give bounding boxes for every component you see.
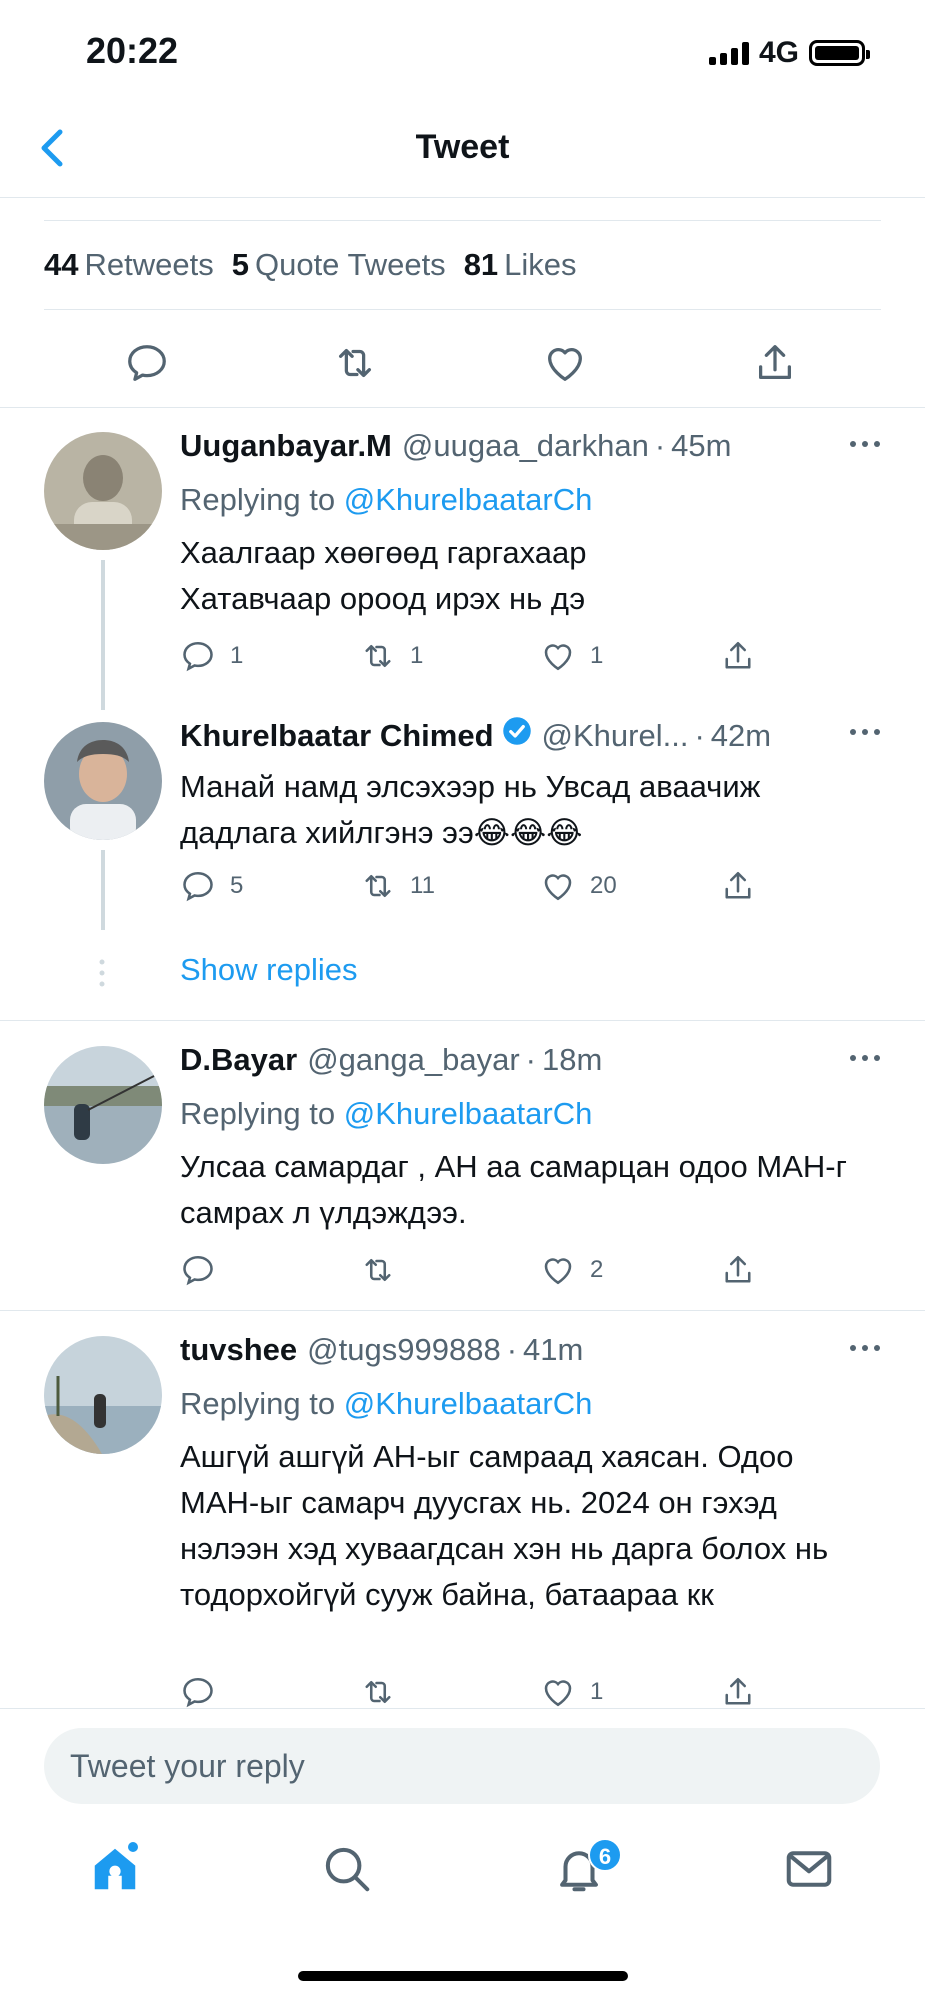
timestamp: 18m [541,1042,603,1077]
tweet-stats: 44 Retweets 5 Quote Tweets 81 Likes [44,220,881,310]
battery-icon [809,40,870,66]
tweet-text: Ашгүй ашгүй АН-ыг самраад хаясан. Одоо М… [180,1439,829,1612]
like-icon [544,644,572,671]
retweet-button[interactable] [360,1252,410,1288]
share-button[interactable] [720,868,756,904]
mention-link[interactable]: @KhurelbaatarCh [344,1386,593,1421]
tweet-text: Манай намд элсэхээр нь Увсад аваачиж дад… [180,769,761,850]
avatar[interactable] [44,722,162,840]
divider [0,1020,925,1021]
reply-button[interactable] [180,1252,230,1288]
show-replies-link[interactable]: Show replies [180,952,357,988]
nav-header: Tweet [0,100,925,198]
tweet-action-bar [0,320,925,408]
reply-tweet[interactable]: Khurelbaatar Chimed @Khurel... · 42m Манай … [0,716,925,916]
quote-tweets-stat[interactable]: 5 Quote Tweets [232,247,446,283]
author-name[interactable]: tuvshee [180,1332,297,1368]
timestamp: 45m [671,428,732,463]
author-name[interactable]: D.Bayar [180,1042,297,1078]
author-handle[interactable]: @uugaa_darkhan [402,428,649,464]
page-title: Tweet [415,128,510,166]
reply-tweet[interactable]: tuvshee @tugs999888 · 41m Replying to @Khur… [0,1332,925,1708]
mention-link[interactable]: @KhurelbaatarCh [344,1096,593,1131]
like-icon[interactable] [542,340,588,386]
avatar[interactable] [44,432,162,550]
avatar[interactable] [44,1046,162,1164]
tweet-text: Улсаа самардаг , АН аа самарцан одоо МАН… [180,1149,847,1230]
reply-placeholder: Tweet your reply [70,1748,305,1784]
reply-icon [183,1255,213,1286]
replying-to: Replying to @KhurelbaatarCh [180,1096,593,1131]
bottom-tab-bar [0,1820,925,1940]
retweet-button[interactable]: 11 [360,868,435,904]
notifications-badge: 6 [588,1838,622,1872]
verified-badge-icon [502,717,531,745]
like-icon [544,1680,572,1707]
more-options-icon[interactable] [845,1048,885,1068]
share-button[interactable] [720,1674,756,1708]
search-icon[interactable] [320,1842,374,1896]
like-button[interactable]: 1 [540,638,603,674]
home-indicator [298,1971,628,1981]
unread-dot [128,1842,138,1852]
divider [0,1310,925,1311]
share-icon [725,1255,751,1283]
like-button[interactable]: 20 [540,868,617,904]
author-handle[interactable]: @ganga_bayar [307,1042,519,1078]
tweet-text: Хаалгаар хөөгөөд гаргахаар Хатавчаар оро… [180,535,587,616]
reply-button[interactable]: 1 [180,638,243,674]
mention-link[interactable]: @KhurelbaatarCh [344,482,593,517]
reply-tweet[interactable]: D.Bayar @ganga_bayar · 18m Replying to @Khu… [0,1042,925,1286]
reply-icon [183,871,213,902]
share-icon [725,641,751,669]
reply-button[interactable]: 5 [180,868,243,904]
more-options-icon[interactable] [845,434,885,454]
retweet-icon[interactable] [332,340,378,386]
status-bar: 20:22 4G [0,0,925,100]
like-icon [544,1258,572,1285]
reply-icon [183,641,213,672]
retweet-icon [365,1258,391,1282]
retweet-button[interactable] [360,1674,410,1708]
divider [0,1708,925,1709]
retweet-icon [365,1680,391,1704]
replying-to: Replying to @KhurelbaatarCh [180,1386,593,1421]
author-handle[interactable]: @Khurel... [542,718,689,754]
retweet-icon [365,644,391,668]
author-name[interactable]: Uuganbayar.M [180,428,392,464]
share-icon [725,1677,751,1705]
status-indicators: 4G [708,36,870,70]
like-icon [544,874,572,901]
likes-stat[interactable]: 81 Likes [464,247,577,283]
more-options-icon[interactable] [845,1338,885,1358]
messages-envelope-icon[interactable] [782,1842,836,1896]
network-label: 4G [758,36,799,69]
status-time: 20:22 [86,30,179,71]
timestamp: 41m [523,1332,584,1367]
more-options-icon[interactable] [845,722,885,742]
replying-to: Replying to @KhurelbaatarCh [180,482,593,517]
share-button[interactable] [720,1252,756,1288]
reply-tweet[interactable]: Uuganbayar.M @uugaa_darkhan · 45m Replying … [0,428,925,688]
avatar[interactable] [44,1336,162,1454]
retweet-button[interactable]: 1 [360,638,423,674]
signal-icon [708,41,749,65]
share-button[interactable] [720,638,756,674]
share-icon[interactable] [752,340,798,386]
retweet-icon [365,874,391,898]
tweet-reply-input[interactable]: Tweet your reply [44,1728,880,1804]
share-icon [725,871,751,899]
timestamp: 42m [710,718,772,753]
like-button[interactable]: 2 [540,1252,603,1288]
like-button[interactable]: 1 [540,1674,603,1708]
reply-button[interactable] [180,1674,230,1708]
retweets-stat[interactable]: 44 Retweets [44,247,214,283]
author-name[interactable]: Khurelbaatar Chimed [180,718,494,754]
reply-icon [183,1677,213,1708]
thread-continuation-icon [99,959,105,987]
reply-icon[interactable] [124,340,170,386]
author-handle[interactable]: @tugs999888 [307,1332,501,1368]
